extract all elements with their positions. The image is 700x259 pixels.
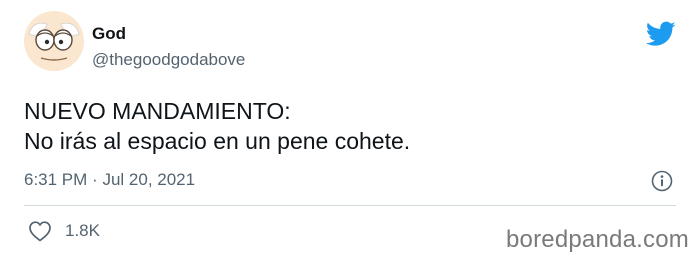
tweet-date: Jul 20, 2021 bbox=[102, 170, 196, 189]
avatar-image bbox=[23, 10, 85, 72]
tweet-timestamp[interactable]: 6:31 PM · Jul 20, 2021 bbox=[24, 170, 195, 190]
avatar[interactable] bbox=[23, 10, 85, 72]
tweet-time: 6:31 PM bbox=[24, 170, 88, 189]
divider bbox=[24, 205, 676, 206]
timestamp-separator: · bbox=[92, 170, 98, 189]
like-action[interactable]: 1.8K bbox=[28, 220, 100, 242]
tweet-card: God @thegoodgodabove NUEVO MANDAMIENTO: … bbox=[0, 0, 700, 259]
tweet-text-line-1: NUEVO MANDAMIENTO: bbox=[24, 98, 291, 124]
like-count: 1.8K bbox=[65, 221, 100, 240]
heart-icon[interactable] bbox=[28, 220, 52, 242]
tweet-text: NUEVO MANDAMIENTO: No irás al espacio en… bbox=[24, 96, 664, 156]
user-handle[interactable]: @thegoodgodabove bbox=[92, 50, 245, 70]
author-block: God @thegoodgodabove bbox=[92, 24, 245, 70]
tweet-text-line-2: No irás al espacio en un pene cohete. bbox=[24, 128, 411, 154]
watermark: boredpanda.com bbox=[506, 226, 689, 253]
twitter-bird-icon[interactable] bbox=[646, 21, 676, 47]
info-icon[interactable] bbox=[651, 170, 673, 192]
display-name[interactable]: God bbox=[92, 24, 245, 44]
